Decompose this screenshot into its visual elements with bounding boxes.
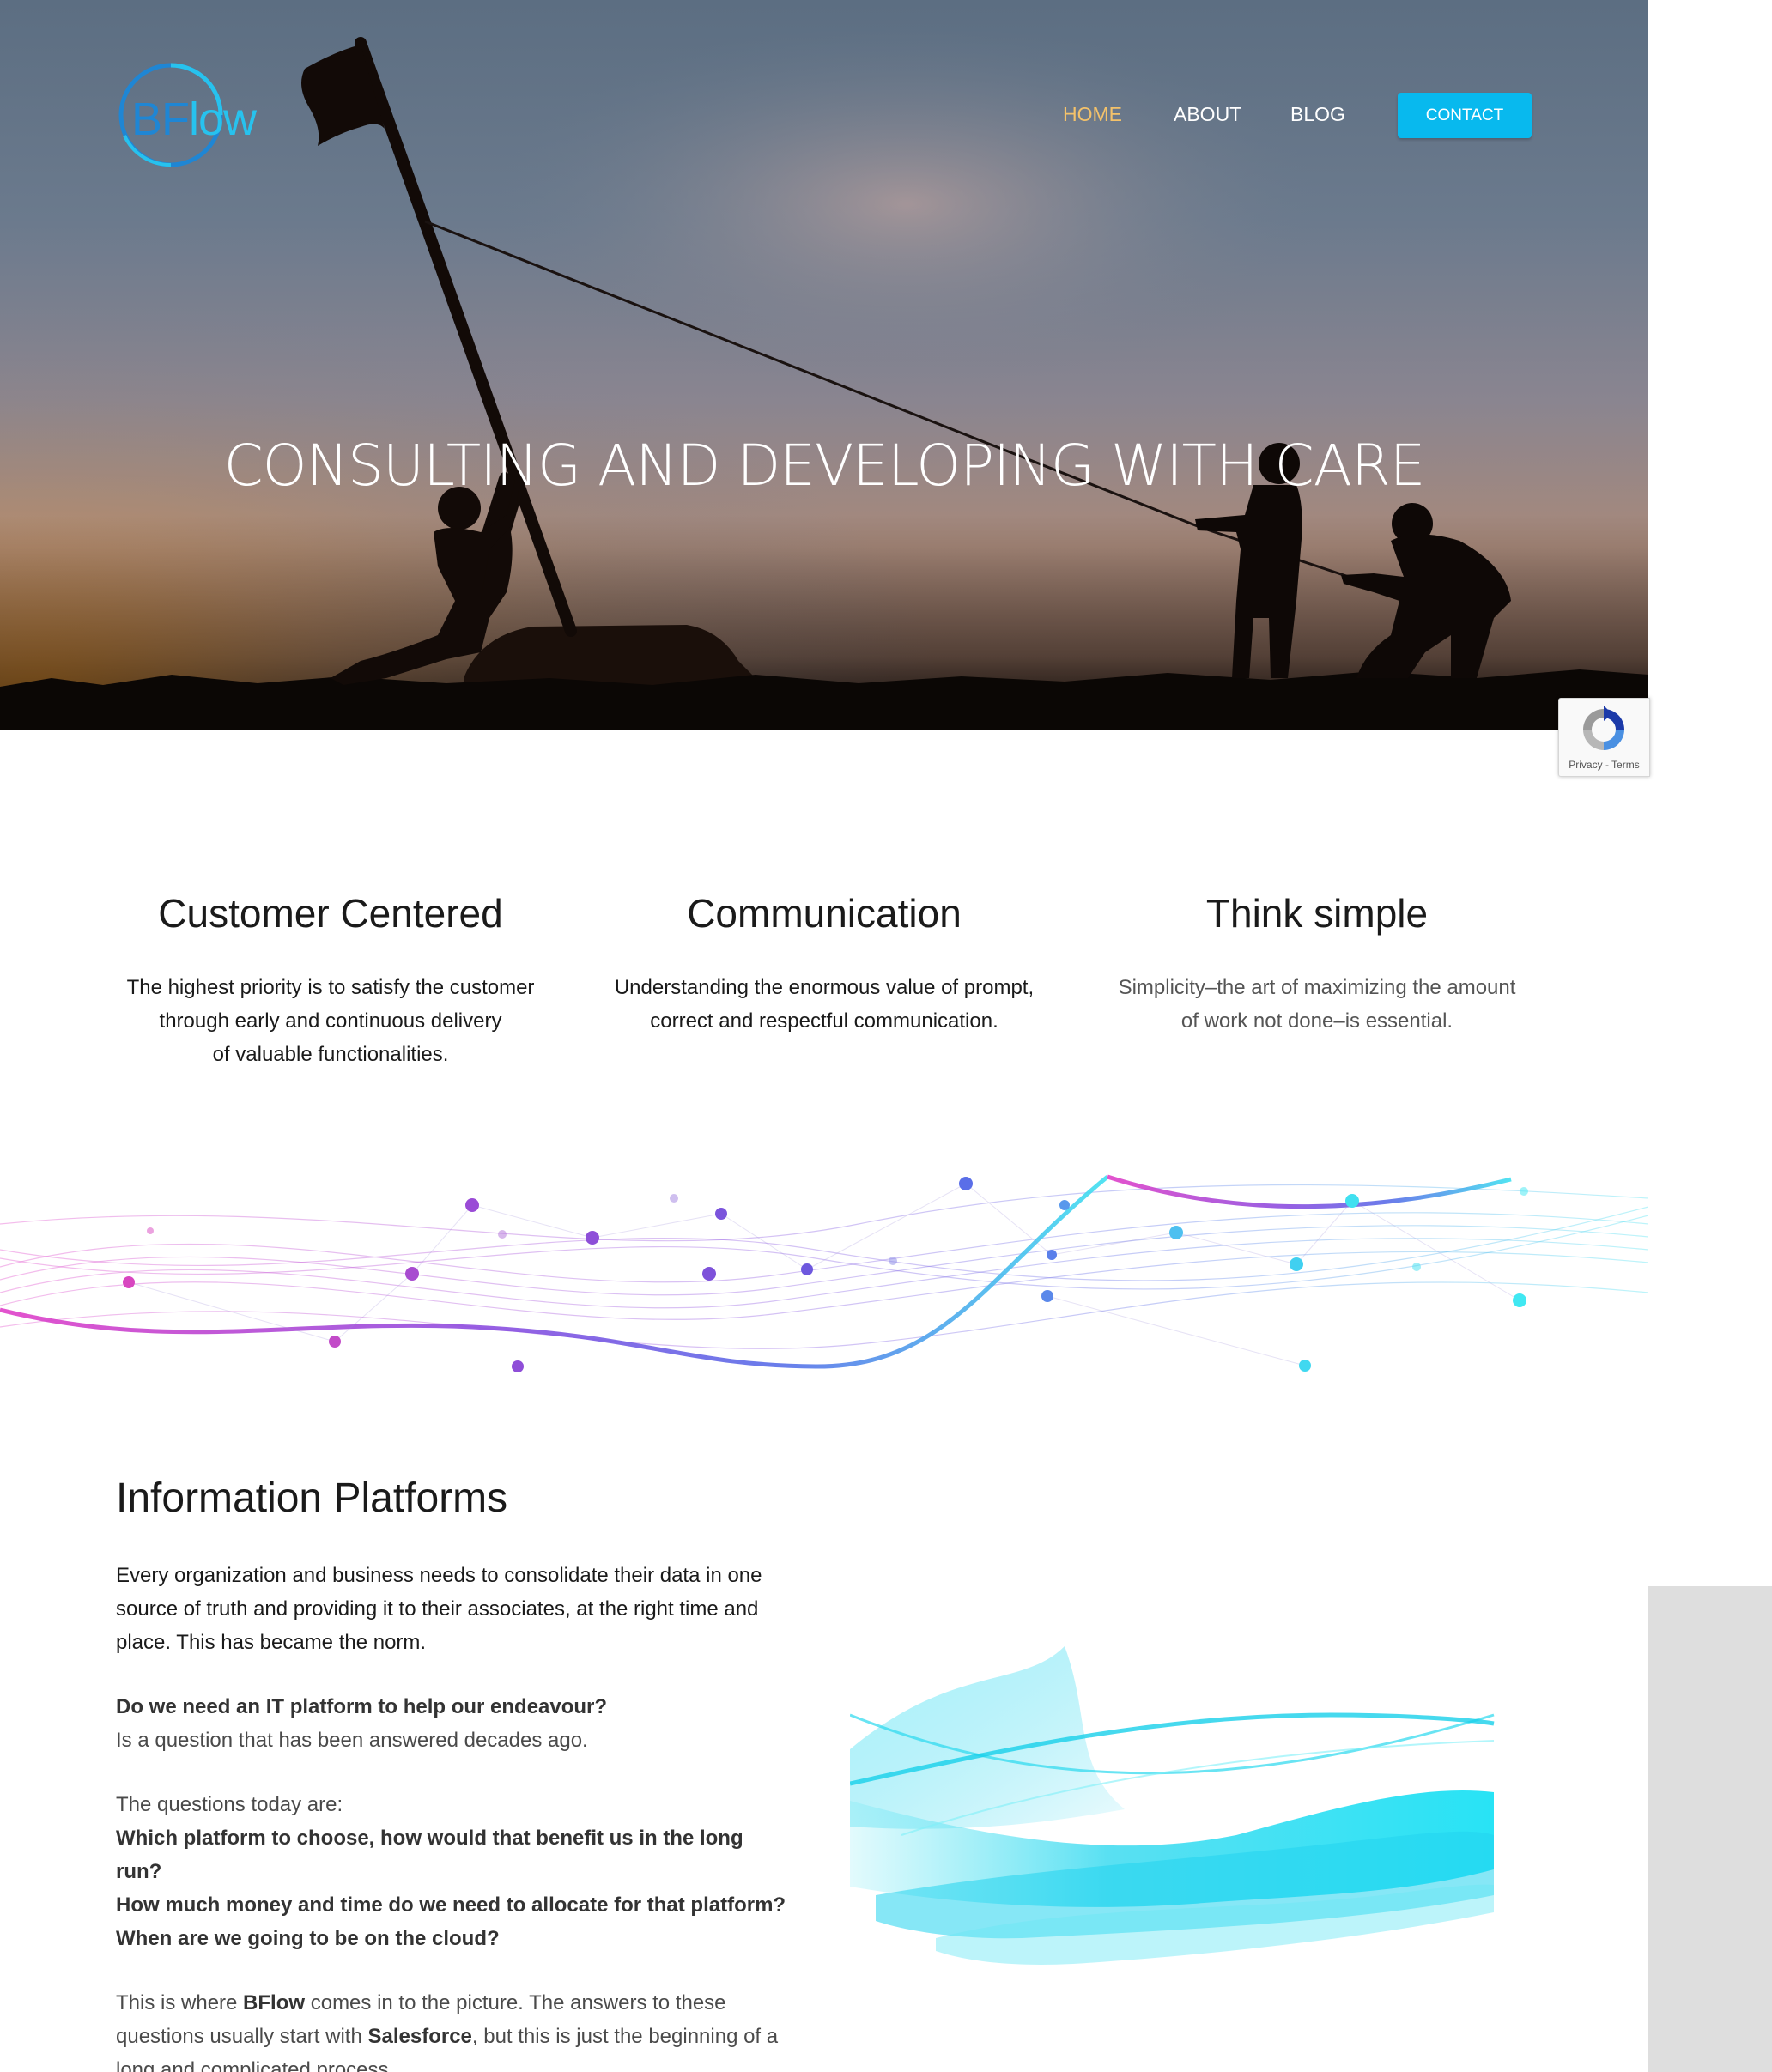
values-section: Customer Centered The highest priority i… (0, 730, 1648, 1172)
wave-banner-image (0, 1172, 1648, 1372)
info-answer-1: Is a question that has been answered dec… (116, 1729, 588, 1752)
info-question-2: Which platform to choose, how would that… (116, 1827, 743, 1883)
contact-button[interactable]: CONTACT (1398, 93, 1532, 138)
section-title: Information Platforms (116, 1475, 508, 1521)
cyan-wave-image (850, 1612, 1502, 2007)
value-customer-centered: Customer Centered The highest priority i… (107, 890, 554, 1071)
logo-text-low: low (189, 94, 257, 145)
value-title: Communication (687, 891, 962, 936)
info-question-4: When are we going to be on the cloud? (116, 1927, 500, 1950)
info-questions-today: The questions today are: Which platform … (116, 1788, 794, 1955)
hero-title: CONSULTING AND DEVELOPING WITH CARE (223, 433, 1426, 500)
value-title: Customer Centered (158, 891, 503, 936)
info-question-block: Do we need an IT platform to help our en… (116, 1690, 794, 1757)
logo-text-bf: BF (131, 94, 190, 145)
value-text: Simplicity–the art of maximizing the amo… (1118, 976, 1516, 1033)
recaptcha-icon (1583, 706, 1624, 750)
info-closing-paragraph: This is where BFlow comes in to the pict… (116, 1986, 794, 2072)
info-paragraph-1: Every organization and business needs to… (116, 1564, 762, 1654)
closing-text-1: This is where (116, 1991, 244, 2014)
info-question-3: How much money and time do we need to al… (116, 1893, 786, 1917)
right-gutter-gray-area (1648, 1586, 1772, 2072)
recaptcha-badge[interactable]: Privacy - Terms (1558, 698, 1650, 777)
value-text: Understanding the enormous value of prom… (614, 976, 1035, 1033)
nav-about[interactable]: ABOUT (1174, 103, 1241, 126)
info-body: Every organization and business needs to… (116, 1559, 794, 2072)
info-questions-intro: The questions today are: (116, 1793, 343, 1816)
information-platforms-section: Information Platforms Every organization… (0, 1372, 1648, 2072)
value-text: The highest priority is to satisfy the c… (126, 976, 535, 1066)
hero-section: BFlow HOME ABOUT BLOG CONTACT CONSULTING… (0, 0, 1648, 730)
recaptcha-terms-link[interactable]: Privacy - Terms (1559, 759, 1649, 771)
cyan-wave-graphic (850, 1646, 1495, 1965)
value-title: Think simple (1205, 891, 1429, 936)
bflow-logo[interactable]: BFlow (116, 58, 288, 170)
value-communication: Communication Understanding the enormous… (601, 890, 1047, 1038)
value-think-simple: Think simple Simplicity–the art of maxim… (1094, 890, 1540, 1038)
nav-home[interactable]: HOME (1063, 103, 1122, 126)
platform-name: Salesforce (367, 2025, 472, 2048)
brand-name: BFlow (243, 1991, 306, 2014)
nav-blog[interactable]: BLOG (1290, 103, 1345, 126)
logo-text: BFlow (131, 93, 257, 146)
network-wave-graphic (0, 1174, 1648, 1372)
page: BFlow HOME ABOUT BLOG CONTACT CONSULTING… (0, 0, 1648, 2072)
info-question-1: Do we need an IT platform to help our en… (116, 1695, 608, 1718)
